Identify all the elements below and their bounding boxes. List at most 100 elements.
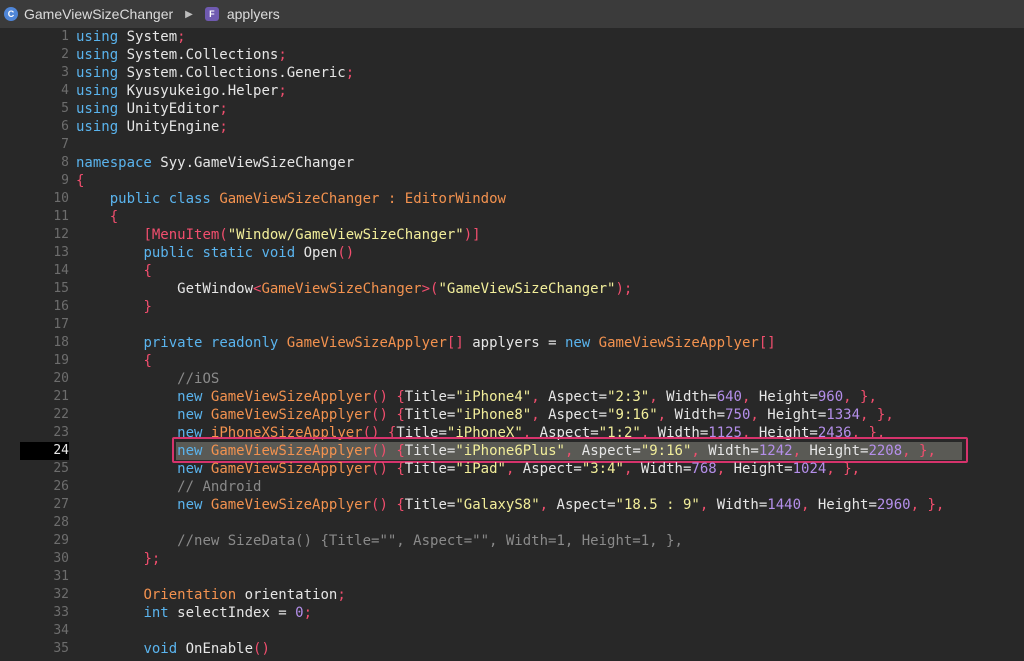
code-line[interactable]: 26 // Android — [0, 478, 1024, 496]
code-line[interactable]: 16 } — [0, 298, 1024, 316]
line-number: 29 — [53, 533, 69, 548]
line-number: 15 — [53, 281, 69, 296]
line-number: 25 — [53, 461, 69, 476]
code-line[interactable]: 13 public static void Open() — [0, 244, 1024, 262]
code-token: Orientation — [143, 587, 237, 603]
code-line[interactable]: 35 void OnEnable() — [0, 640, 1024, 658]
code-line[interactable]: 31 — [0, 568, 1024, 586]
code-text: { — [76, 208, 118, 226]
code-line[interactable]: 1 using System; — [0, 28, 1024, 46]
line-number: 22 — [53, 407, 69, 422]
code-line[interactable]: 9{ — [0, 172, 1024, 190]
code-token: public class — [109, 191, 211, 207]
code-line[interactable]: 3 using System.Collections.Generic; — [0, 64, 1024, 82]
code-token: ); — [615, 281, 633, 297]
code-token: 1440 — [767, 497, 801, 513]
code-text: namespace Syy.GameViewSizeChanger — [76, 154, 354, 172]
code-token: , — [843, 389, 852, 405]
code-token: 2960 — [876, 497, 911, 513]
breadcrumb-file[interactable]: applyers — [227, 6, 280, 22]
code-line[interactable]: 10 public class GameViewSizeChanger : Ed… — [0, 190, 1024, 208]
code-token: using — [76, 83, 119, 99]
code-line[interactable]: 11 { — [0, 208, 1024, 226]
code-line[interactable]: 5 using UnityEditor; — [0, 100, 1024, 118]
code-token: using — [76, 65, 119, 81]
code-token: Width= — [708, 497, 768, 513]
code-token: }; — [143, 551, 161, 567]
code-line[interactable]: 22 new GameViewSizeApplyer() {Title="iPh… — [0, 406, 1024, 424]
code-line[interactable]: 30 }; — [0, 550, 1024, 568]
code-line[interactable]: 19 { — [0, 352, 1024, 370]
code-token: }, — [876, 407, 894, 423]
line-number: 19 — [53, 353, 69, 368]
code-line[interactable]: 12 [MenuItem("Window/GameViewSizeChanger… — [0, 226, 1024, 244]
code-token: //iOS — [177, 371, 220, 387]
code-text: using Kyusyukeigo.Helper; — [76, 82, 287, 100]
line-number: 35 — [53, 641, 69, 656]
code-token: 640 — [716, 389, 742, 405]
code-line[interactable]: 32 Orientation orientation; — [0, 586, 1024, 604]
code-text: new GameViewSizeApplyer() {Title="iPad",… — [76, 460, 860, 478]
code-token: Open — [295, 245, 338, 261]
code-line[interactable]: 17 — [0, 316, 1024, 334]
code-token: { — [143, 353, 152, 369]
code-line[interactable]: 20 //iOS — [0, 370, 1024, 388]
code-line[interactable]: 7 — [0, 136, 1024, 154]
line-number: 5 — [61, 101, 69, 116]
code-line[interactable]: 8 namespace Syy.GameViewSizeChanger — [0, 154, 1024, 172]
code-line[interactable]: 4 using Kyusyukeigo.Helper; — [0, 82, 1024, 100]
code-token: { — [396, 443, 405, 459]
line-number: 7 — [61, 137, 69, 152]
breadcrumb-project[interactable]: GameViewSizeChanger — [24, 6, 173, 22]
code-line[interactable]: 21 new GameViewSizeApplyer() {Title="iPh… — [0, 388, 1024, 406]
code-token: Title= — [404, 407, 456, 423]
code-line[interactable]: 33 int selectIndex = 0; — [0, 604, 1024, 622]
code-line[interactable]: 25 new GameViewSizeApplyer() {Title="iPa… — [0, 460, 1024, 478]
line-number: 16 — [53, 299, 69, 314]
code-token: public static void — [143, 245, 296, 261]
code-line[interactable]: 18 private readonly GameViewSizeApplyer[… — [0, 334, 1024, 352]
code-line[interactable]: 6 using UnityEngine; — [0, 118, 1024, 136]
line-number: 3 — [61, 65, 69, 80]
code-token: , — [649, 389, 658, 405]
code-text: }; — [76, 550, 160, 568]
line-number: 26 — [53, 479, 69, 494]
code-line[interactable]: 2 using System.Collections; — [0, 46, 1024, 64]
code-token: "iPhone6Plus" — [455, 443, 565, 459]
code-token: "2:3" — [607, 389, 650, 405]
code-line[interactable]: 29 //new SizeData() {Title="", Aspect=""… — [0, 532, 1024, 550]
code-line[interactable]: 34 — [0, 622, 1024, 640]
code-line[interactable]: 14 { — [0, 262, 1024, 280]
code-token: using — [76, 47, 119, 63]
code-token: , — [657, 407, 667, 423]
code-token: ; — [278, 47, 287, 63]
code-text: { — [76, 172, 84, 190]
line-number: 10 — [53, 191, 69, 206]
code-token: new — [177, 389, 203, 405]
code-token: Aspect= — [514, 461, 582, 477]
code-line[interactable]: 24 new GameViewSizeApplyer() {Title="iPh… — [0, 437, 1024, 463]
code-token: Syy.GameViewSizeChanger — [151, 155, 355, 171]
code-token: ; — [278, 83, 287, 99]
code-token: GetWindow — [76, 281, 254, 297]
code-token: using — [76, 29, 119, 45]
code-line[interactable]: 27 new GameViewSizeApplyer() {Title="Gal… — [0, 496, 1024, 514]
code-text: using UnityEngine; — [76, 118, 228, 136]
code-token: GameViewSizeChanger — [261, 281, 422, 297]
line-number: 13 — [53, 245, 69, 260]
code-token: { — [396, 407, 405, 423]
code-line[interactable]: 28 — [0, 514, 1024, 532]
code-line[interactable]: 15 GetWindow<GameViewSizeChanger>("GameV… — [0, 280, 1024, 298]
code-token: "GameViewSizeChanger" — [438, 281, 616, 297]
code-editor[interactable]: 1 using System; 2 using System.Collections;… — [0, 28, 1024, 661]
line-number: 2 — [61, 47, 69, 62]
code-token: , — [826, 461, 835, 477]
